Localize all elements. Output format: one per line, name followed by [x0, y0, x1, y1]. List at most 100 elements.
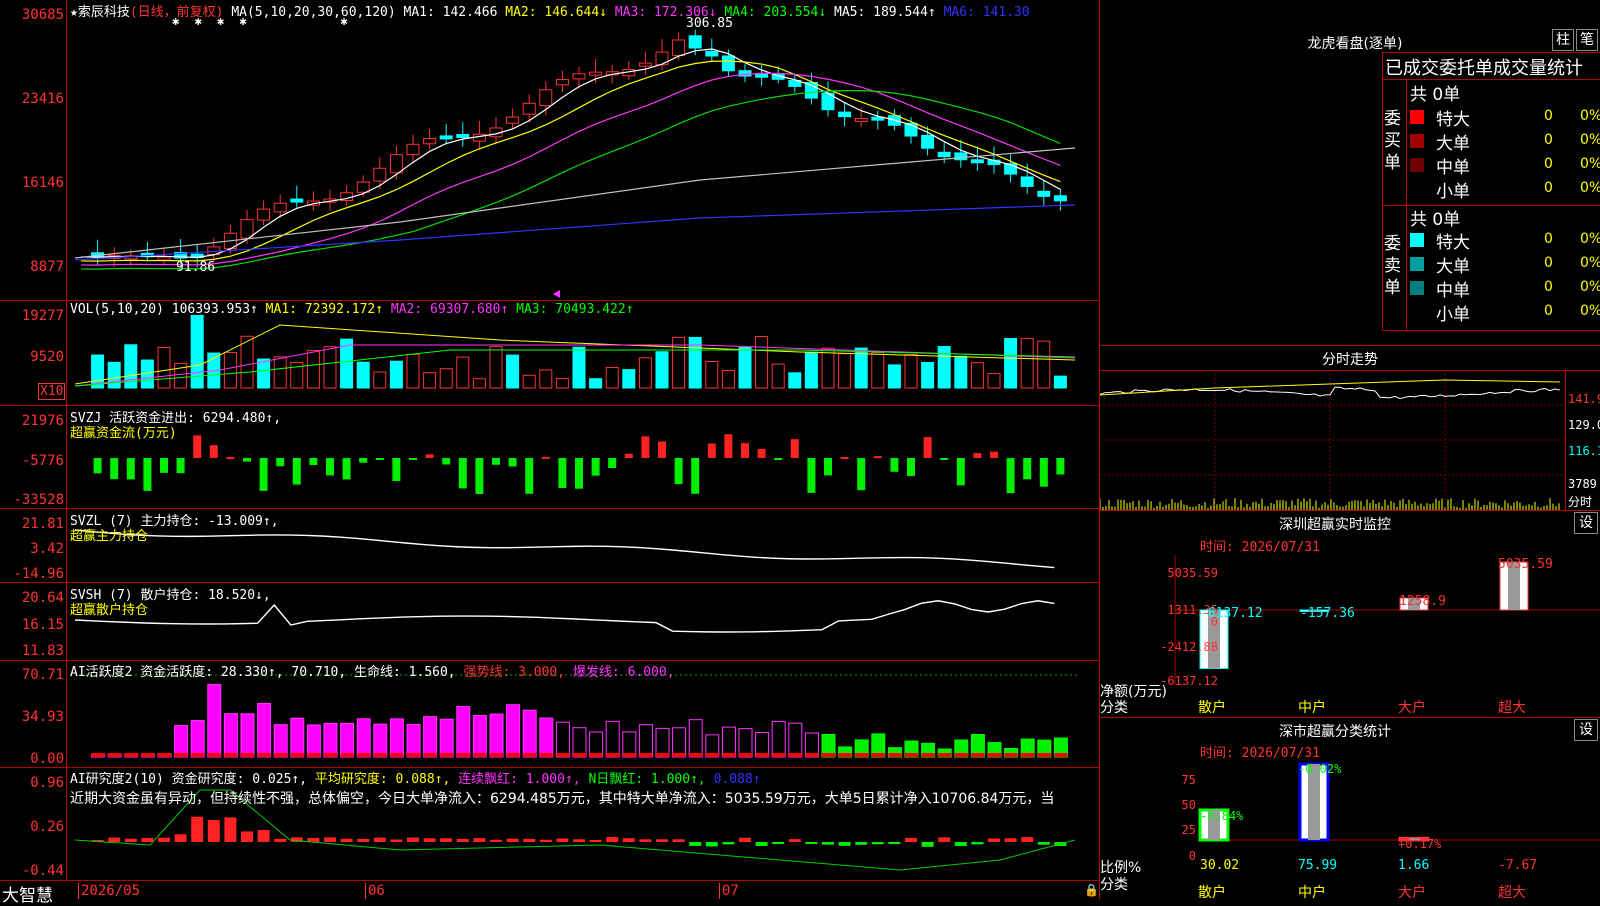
price-line — [1100, 386, 1561, 400]
candle-body — [522, 102, 536, 115]
right-panel: 龙虎看盘(逐单) 柱 笔 已成交委托单成交量统计 委买单 共 0单 委卖单 共 … — [1100, 0, 1600, 901]
activity-bar — [638, 724, 653, 758]
row-value: 0 — [1544, 303, 1553, 319]
classify-settings-button[interactable]: 设 — [1574, 719, 1598, 741]
activity-base — [373, 753, 387, 757]
research-bar — [988, 838, 1000, 842]
ai2-axis-label: 0.96 — [30, 775, 64, 791]
research-bar — [672, 839, 685, 842]
ai1-strong: 强势线: 3.000, — [463, 665, 566, 680]
candle-body — [688, 35, 702, 49]
activity-base — [871, 753, 885, 757]
flow-bar — [209, 445, 218, 458]
candle-body — [937, 151, 951, 158]
activity-bar — [174, 725, 189, 758]
activity-bar — [738, 728, 753, 758]
activity-base — [539, 753, 553, 757]
volume-bar — [506, 354, 520, 389]
color-swatch — [1410, 134, 1424, 148]
activity-bar — [240, 713, 255, 758]
monitor-title: 深圳超赢实时监控 — [1279, 517, 1391, 533]
candle-body — [356, 181, 370, 193]
volume-bar — [107, 361, 121, 389]
row-percent: 0% — [1580, 231, 1600, 247]
volume-bar — [589, 378, 603, 389]
activity-bar — [456, 706, 471, 758]
ma-line — [80, 60, 1061, 262]
ai1-burst: 爆发线: 6.000, — [572, 665, 675, 680]
research-bar — [871, 842, 884, 845]
research-bar — [656, 839, 668, 842]
research-bar — [324, 837, 336, 842]
candle-body — [721, 55, 735, 72]
buy-total: 共 0单 — [1410, 85, 1461, 105]
bar-mode-button[interactable]: 柱 — [1552, 29, 1574, 51]
activity-bar — [306, 724, 321, 758]
fenshi-axis-label: 129.0 — [1568, 418, 1600, 432]
cursor-marker-icon — [553, 290, 560, 298]
row-name: 中单 — [1436, 281, 1470, 301]
monitor-settings-button[interactable]: 设 — [1574, 512, 1598, 534]
candle-body — [705, 50, 719, 57]
monitor-cat-label: 散户 — [1198, 700, 1226, 716]
classify-x-label: 分类 — [1100, 877, 1128, 893]
tick-mode-button[interactable]: 笔 — [1576, 29, 1598, 51]
candle-body — [954, 152, 968, 161]
volume-bar — [937, 346, 951, 389]
intraday-chart[interactable] — [1100, 370, 1565, 510]
volume-bar — [190, 314, 204, 389]
svzl-line — [74, 529, 1055, 569]
ai1-axis-label: 34.93 — [21, 709, 64, 725]
classify-axis-label: 0 — [1188, 849, 1196, 863]
kline-chart-area[interactable]: ★索辰科技(日线，前复权) MA(5,10,20,30,60,120) MA1:… — [0, 0, 1099, 906]
vol-ma3: MA3: 70493.422↑ — [516, 302, 634, 317]
low-price-mark: 91.86 — [176, 260, 216, 275]
flow-bar — [591, 458, 600, 476]
flow-bar — [907, 458, 915, 477]
flow-bar — [1006, 458, 1015, 494]
flow-bar — [93, 458, 102, 474]
activity-base — [1037, 753, 1051, 757]
volume-bar — [622, 369, 636, 389]
candle-body — [655, 51, 669, 66]
vol-unit-badge[interactable]: X10 — [38, 383, 66, 400]
flow-bar — [309, 458, 318, 466]
volume-bar — [356, 361, 370, 389]
research-bar — [257, 829, 270, 842]
classify-value-label: 1.66 — [1398, 858, 1430, 873]
divider — [1100, 510, 1600, 511]
row-value: 0 — [1544, 132, 1553, 148]
activity-bar — [605, 720, 620, 758]
classify-value-label: 30.02 — [1200, 858, 1240, 873]
flow-bar — [176, 458, 185, 474]
flow-bar — [392, 458, 401, 482]
svzj-bars — [93, 434, 1065, 494]
row-percent: 0% — [1580, 303, 1600, 319]
activity-base — [456, 753, 470, 757]
activity-base — [589, 753, 603, 757]
lock-icon[interactable]: 🔒 — [1084, 883, 1099, 897]
candle-body — [240, 219, 254, 239]
research-bar — [473, 838, 486, 842]
ai2-axis-label: -0.44 — [21, 863, 64, 879]
volume-bar — [522, 374, 536, 389]
commentary-text: 近期大资金虽有异动，但持续性不强，总体偏空，今日大单净流入：6294.485万元… — [70, 791, 1055, 807]
divider — [1382, 52, 1600, 53]
flow-bar — [840, 457, 849, 460]
activity-base — [772, 753, 786, 757]
classify-axis-label: 50 — [1181, 798, 1196, 812]
fenshi-title: 分时走势 — [1322, 352, 1378, 368]
activity-bar — [406, 723, 421, 758]
row-name: 特大 — [1436, 233, 1470, 253]
volume-bar — [871, 352, 885, 389]
research-bar — [523, 838, 536, 842]
candle-body — [638, 62, 652, 67]
brand-logo[interactable]: 大智慧 — [2, 881, 53, 906]
flow-bar — [442, 458, 451, 465]
row-name: 大单 — [1436, 257, 1470, 277]
volume-bar — [373, 371, 387, 389]
activity-base — [905, 753, 918, 757]
flow-bar — [608, 458, 617, 469]
fenshi-axis-label: 116.1 — [1568, 444, 1600, 458]
flow-bar — [326, 458, 334, 476]
